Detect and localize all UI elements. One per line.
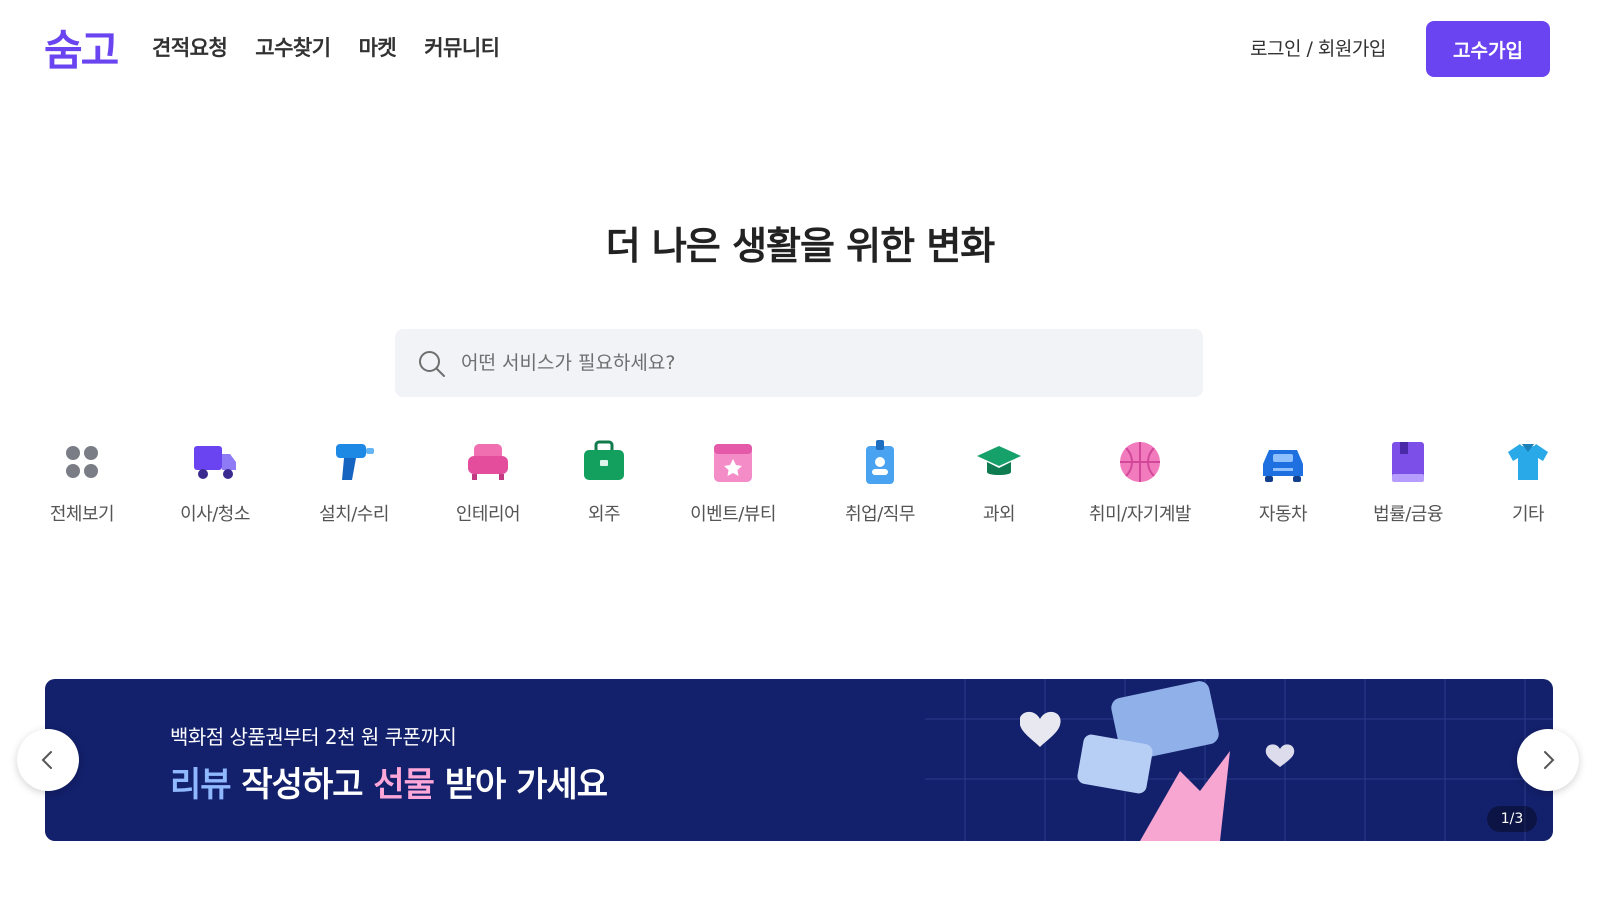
category-label: 이벤트/뷰티 (690, 504, 776, 525)
site-header: 숨고 견적요청 고수찾기 마켓 커뮤니티 로그인 / 회원가입 고수가입 (0, 0, 1600, 100)
sofa-icon (468, 444, 508, 480)
nav-item-market[interactable]: 마켓 (359, 30, 397, 66)
category-label: 설치/수리 (319, 504, 389, 525)
search-icon (419, 351, 445, 377)
category-moving-cleaning[interactable]: 이사/청소 (145, 438, 285, 526)
chevron-left-icon (41, 751, 52, 769)
banner-title-gift: 선물 (373, 765, 435, 805)
book-icon (1392, 442, 1424, 482)
banner-title-text-end: 받아 가세요 (433, 765, 608, 805)
category-outsourcing[interactable]: 외주 (534, 438, 674, 526)
nav-item-quote-request[interactable]: 견적요청 (152, 30, 228, 66)
graduation-cap-icon (977, 446, 1021, 475)
category-etc[interactable]: 기타 (1458, 438, 1598, 526)
category-label: 외주 (587, 504, 621, 525)
nav-item-community[interactable]: 커뮤니티 (424, 30, 500, 66)
banner-title-text: 작성하고 (230, 765, 374, 805)
search-bar[interactable] (395, 329, 1203, 397)
banner-title: 리뷰 작성하고 선물 받아 가세요 (170, 757, 608, 806)
logo[interactable]: 숨고 (44, 26, 119, 76)
pro-signup-button[interactable]: 고수가입 (1426, 21, 1550, 77)
page-title: 더 나은 생활을 위한 변화 (605, 224, 996, 268)
category-label: 기타 (1511, 504, 1545, 525)
promo-banner[interactable]: 백화점 상품권부터 2천 원 쿠폰까지 리뷰 작성하고 선물 받아 가세요 1/… (45, 679, 1553, 841)
basketball-icon (1120, 442, 1160, 482)
id-badge-icon (866, 440, 894, 484)
category-label: 취미/자기계발 (1089, 504, 1191, 525)
main-nav: 견적요청 고수찾기 마켓 커뮤니티 (152, 30, 500, 66)
truck-icon (194, 446, 236, 479)
category-label: 이사/청소 (180, 504, 250, 525)
banner-prev-button[interactable] (17, 729, 79, 791)
category-tutoring[interactable]: 과외 (929, 438, 1069, 526)
briefcase-icon (584, 440, 624, 480)
banner-next-button[interactable] (1517, 729, 1579, 791)
drill-icon (336, 444, 374, 480)
category-all[interactable]: 전체보기 (12, 438, 152, 526)
grid-dots-icon (66, 446, 98, 478)
banner-illustration (1020, 681, 1295, 841)
category-label: 자동차 (1258, 504, 1308, 525)
banner-page-indicator: 1/3 (1487, 806, 1537, 832)
category-label: 전체보기 (49, 504, 115, 525)
login-signup-link[interactable]: 로그인 / 회원가입 (1250, 34, 1386, 64)
category-hobby[interactable]: 취미/자기계발 (1070, 438, 1210, 526)
category-legal-finance[interactable]: 법률/금융 (1338, 438, 1478, 526)
shirt-icon (1508, 444, 1548, 480)
calendar-star-icon (714, 444, 752, 482)
category-car[interactable]: 자동차 (1213, 438, 1353, 526)
category-label: 과외 (982, 504, 1016, 525)
search-input[interactable] (461, 329, 1181, 397)
chevron-right-icon (1544, 751, 1555, 769)
banner-subtitle: 백화점 상품권부터 2천 원 쿠폰까지 (170, 725, 457, 749)
nav-item-find-pro[interactable]: 고수찾기 (255, 30, 331, 66)
category-event-beauty[interactable]: 이벤트/뷰티 (663, 438, 803, 526)
car-icon (1263, 450, 1303, 482)
banner-title-review: 리뷰 (170, 765, 232, 805)
category-install-repair[interactable]: 설치/수리 (284, 438, 424, 526)
category-label: 법률/금융 (1373, 504, 1443, 525)
